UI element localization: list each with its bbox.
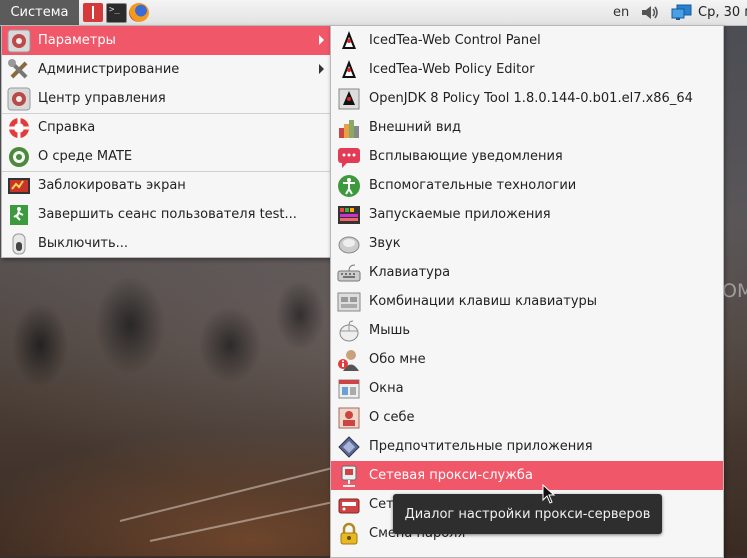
preferences-submenu: IcedTea-Web Control Panel IcedTea-Web Po… <box>330 25 724 558</box>
menu-item-notifications[interactable]: Всплывающие уведомления <box>331 142 723 171</box>
terminal-launcher-icon[interactable] <box>106 3 127 23</box>
menu-item-label: Центр управления <box>38 91 166 106</box>
menu-item-logout[interactable]: Завершить сеанс пользователя test... <box>2 200 331 229</box>
menu-item-label: Вспомогательные технологии <box>369 178 577 193</box>
wallpaper-trees <box>0 255 330 435</box>
keyboard-icon <box>337 261 361 285</box>
menu-item-preferences[interactable]: Параметры <box>2 26 331 55</box>
shutdown-switch-icon <box>7 232 31 256</box>
menu-item-label: Параметры <box>38 33 116 48</box>
system-menu: Параметры Администрирование Центр управл… <box>1 25 332 258</box>
preferred-apps-icon <box>337 435 361 459</box>
network-proxy-icon <box>337 464 361 488</box>
menu-item-label: Мышь <box>369 323 411 338</box>
menu-item-accessibility[interactable]: Вспомогательные технологии <box>331 171 723 200</box>
panel-clock[interactable]: Ср, 30 м <box>698 5 747 20</box>
menu-item-label: Предпочтительные приложения <box>369 439 593 454</box>
appearance-icon <box>337 116 361 140</box>
menu-item-label: Выключить... <box>38 236 129 251</box>
java-duke-icon <box>337 29 361 53</box>
menu-item-openjdk-policy-tool[interactable]: OpenJDK 8 Policy Tool 1.8.0.144-0.b01.el… <box>331 84 723 113</box>
menu-item-label: Администрирование <box>38 62 180 77</box>
menu-item-network-proxy[interactable]: Сетевая прокси-служба <box>331 461 723 490</box>
submenu-arrow-icon <box>319 64 324 74</box>
menu-item-label: Звук <box>369 236 401 251</box>
menu-item-label: Сетевая прокси-служба <box>369 468 533 483</box>
preferences-gear-icon <box>7 29 31 53</box>
firefox-launcher-icon[interactable] <box>129 3 149 22</box>
control-center-icon <box>7 87 31 111</box>
menu-item-label: Комбинации клавиш клавиатуры <box>369 294 598 309</box>
accessibility-icon <box>337 174 361 198</box>
about-me-icon <box>337 348 361 372</box>
menu-item-personal-info[interactable]: О себе <box>331 403 723 432</box>
sound-icon <box>337 232 361 256</box>
app-launcher-icon[interactable] <box>83 3 103 22</box>
menu-item-label: Справка <box>38 120 96 135</box>
menu-item-label: Клавиатура <box>369 265 451 280</box>
menu-item-label: Обо мне <box>369 352 426 367</box>
menu-item-keyboard[interactable]: Клавиатура <box>331 258 723 287</box>
java-policy-icon <box>337 87 361 111</box>
menu-item-label: Всплывающие уведомления <box>369 149 563 164</box>
menu-item-label: О себе <box>369 410 415 425</box>
menu-item-mouse[interactable]: Мышь <box>331 316 723 345</box>
help-lifebuoy-icon <box>7 116 31 140</box>
windows-icon <box>337 377 361 401</box>
menu-item-icedtea-policy-editor[interactable]: IcedTea-Web Policy Editor <box>331 55 723 84</box>
menu-item-about-mate[interactable]: О среде MATE <box>2 142 331 171</box>
menu-item-label: OpenJDK 8 Policy Tool 1.8.0.144-0.b01.el… <box>369 91 693 106</box>
menu-item-label: Завершить сеанс пользователя test... <box>38 207 297 222</box>
menu-item-shutdown[interactable]: Выключить... <box>2 229 331 258</box>
menu-item-keyboard-shortcuts[interactable]: Комбинации клавиш клавиатуры <box>331 287 723 316</box>
menu-item-administration[interactable]: Администрирование <box>2 55 331 84</box>
menu-item-about-me[interactable]: Обо мне <box>331 345 723 374</box>
menu-item-startup-apps[interactable]: Запускаемые приложения <box>331 200 723 229</box>
java-duke-icon <box>337 58 361 82</box>
menu-item-label: IcedTea-Web Control Panel <box>369 33 541 48</box>
password-lock-icon <box>337 522 361 546</box>
keyboard-shortcuts-icon <box>337 290 361 314</box>
network-connections-icon <box>337 493 361 517</box>
notification-bubble-icon <box>337 145 361 169</box>
menu-item-label: Внешний вид <box>369 120 461 135</box>
wallpaper-watermark: OM <box>722 280 747 302</box>
network-status-icon[interactable] <box>671 4 693 21</box>
menu-item-appearance[interactable]: Внешний вид <box>331 113 723 142</box>
mouse-cursor-icon <box>542 484 556 504</box>
menu-item-help[interactable]: Справка <box>2 113 331 142</box>
keyboard-layout-indicator[interactable]: en <box>613 5 629 20</box>
menu-item-label: О среде MATE <box>38 149 133 164</box>
menu-item-preferred-apps[interactable]: Предпочтительные приложения <box>331 432 723 461</box>
menu-item-icedtea-control-panel[interactable]: IcedTea-Web Control Panel <box>331 26 723 55</box>
submenu-arrow-icon <box>319 35 324 45</box>
system-menu-button[interactable]: Система <box>0 0 79 25</box>
menu-item-label: Заблокировать экран <box>38 178 186 193</box>
menu-item-control-center[interactable]: Центр управления <box>2 84 331 113</box>
menu-item-lock-screen[interactable]: Заблокировать экран <box>2 171 331 200</box>
volume-icon[interactable] <box>641 4 659 21</box>
tooltip: Диалог настройки прокси-серверов <box>393 494 662 534</box>
top-panel: Система en Ср, 30 м <box>0 0 747 26</box>
mate-logo-icon <box>7 145 31 169</box>
lock-screen-icon <box>7 174 31 198</box>
menu-item-windows[interactable]: Окна <box>331 374 723 403</box>
mouse-icon <box>337 319 361 343</box>
menu-item-sound[interactable]: Звук <box>331 229 723 258</box>
startup-apps-icon <box>337 203 361 227</box>
personal-info-icon <box>337 406 361 430</box>
menu-item-label: IcedTea-Web Policy Editor <box>369 62 535 77</box>
menu-item-label: Запускаемые приложения <box>369 207 551 222</box>
logout-icon <box>7 203 31 227</box>
menu-item-label: Окна <box>369 381 404 396</box>
admin-tools-icon <box>7 58 31 82</box>
